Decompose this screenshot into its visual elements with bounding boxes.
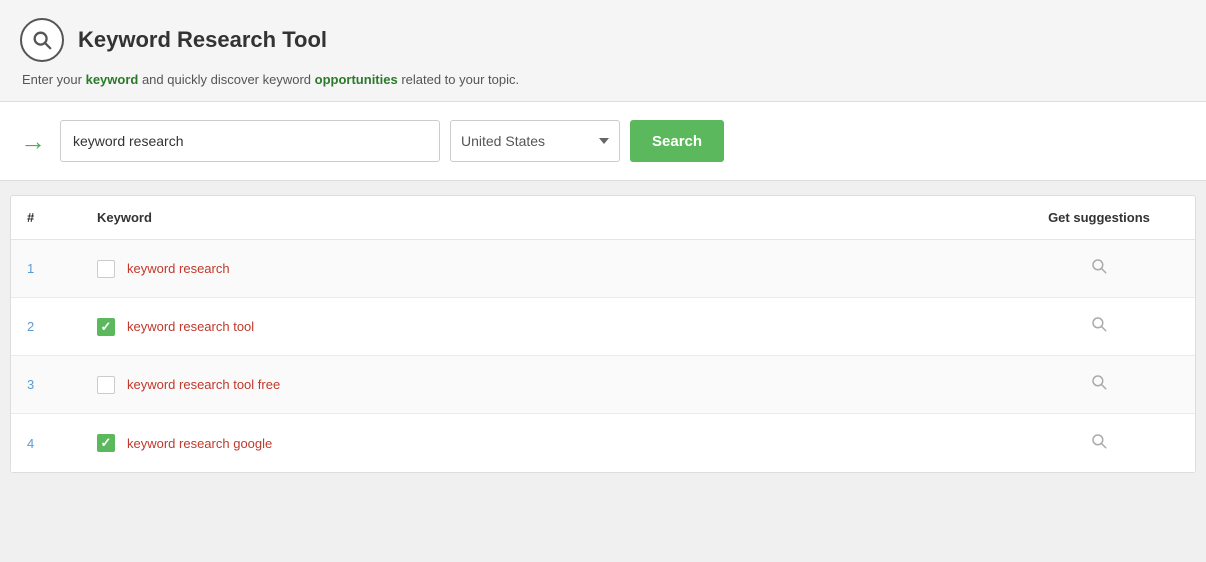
subtitle-end: related to your topic. bbox=[398, 72, 519, 87]
subtitle-keyword1: keyword bbox=[86, 72, 139, 87]
col-header-keyword: Keyword bbox=[97, 210, 1019, 225]
table-row: 1 keyword research bbox=[11, 240, 1195, 298]
row-number: 1 bbox=[27, 261, 97, 276]
arrow-icon: → bbox=[20, 126, 46, 157]
table-row: 3 keyword research tool free bbox=[11, 356, 1195, 414]
checkbox-unchecked[interactable] bbox=[97, 260, 115, 278]
suggestions-cell bbox=[1019, 257, 1179, 280]
keyword-text: keyword research google bbox=[127, 436, 272, 451]
search-icon-svg bbox=[31, 29, 53, 51]
results-section: # Keyword Get suggestions 1 keyword rese… bbox=[10, 195, 1196, 473]
suggestions-cell bbox=[1019, 315, 1179, 338]
col-header-suggestions: Get suggestions bbox=[1019, 210, 1179, 225]
keyword-cell: keyword research tool bbox=[97, 318, 1019, 336]
keyword-text: keyword research bbox=[127, 261, 230, 276]
checkbox-unchecked[interactable] bbox=[97, 376, 115, 394]
keyword-cell: keyword research tool free bbox=[97, 376, 1019, 394]
suggest-search-icon[interactable] bbox=[1090, 257, 1108, 280]
row-number: 4 bbox=[27, 436, 97, 451]
table-row: 4 keyword research google bbox=[11, 414, 1195, 472]
results-header: # Keyword Get suggestions bbox=[11, 196, 1195, 240]
keyword-cell: keyword research bbox=[97, 260, 1019, 278]
page-title: Keyword Research Tool bbox=[78, 27, 327, 53]
row-number: 3 bbox=[27, 377, 97, 392]
tool-icon bbox=[20, 18, 64, 62]
subtitle-keyword2: opportunities bbox=[315, 72, 398, 87]
keyword-text: keyword research tool free bbox=[127, 377, 280, 392]
subtitle-start: Enter your bbox=[22, 72, 86, 87]
header-section: Keyword Research Tool Enter your keyword… bbox=[0, 0, 1206, 102]
search-button[interactable]: Search bbox=[630, 120, 724, 162]
keyword-text: keyword research tool bbox=[127, 319, 254, 334]
suggest-search-icon[interactable] bbox=[1090, 315, 1108, 338]
suggestions-cell bbox=[1019, 432, 1179, 455]
title-row: Keyword Research Tool bbox=[20, 18, 1186, 62]
suggest-search-icon[interactable] bbox=[1090, 373, 1108, 396]
search-bar-section: → United States United Kingdom Canada Au… bbox=[0, 102, 1206, 181]
keyword-cell: keyword research google bbox=[97, 434, 1019, 452]
subtitle-middle: and quickly discover keyword bbox=[138, 72, 314, 87]
suggestions-cell bbox=[1019, 373, 1179, 396]
subtitle: Enter your keyword and quickly discover … bbox=[22, 72, 1186, 87]
table-row: 2 keyword research tool bbox=[11, 298, 1195, 356]
col-header-number: # bbox=[27, 210, 97, 225]
checkbox-checked[interactable] bbox=[97, 318, 115, 336]
keyword-input[interactable] bbox=[60, 120, 440, 162]
suggest-search-icon[interactable] bbox=[1090, 432, 1108, 455]
checkbox-checked[interactable] bbox=[97, 434, 115, 452]
row-number: 2 bbox=[27, 319, 97, 334]
country-select[interactable]: United States United Kingdom Canada Aust… bbox=[450, 120, 620, 162]
